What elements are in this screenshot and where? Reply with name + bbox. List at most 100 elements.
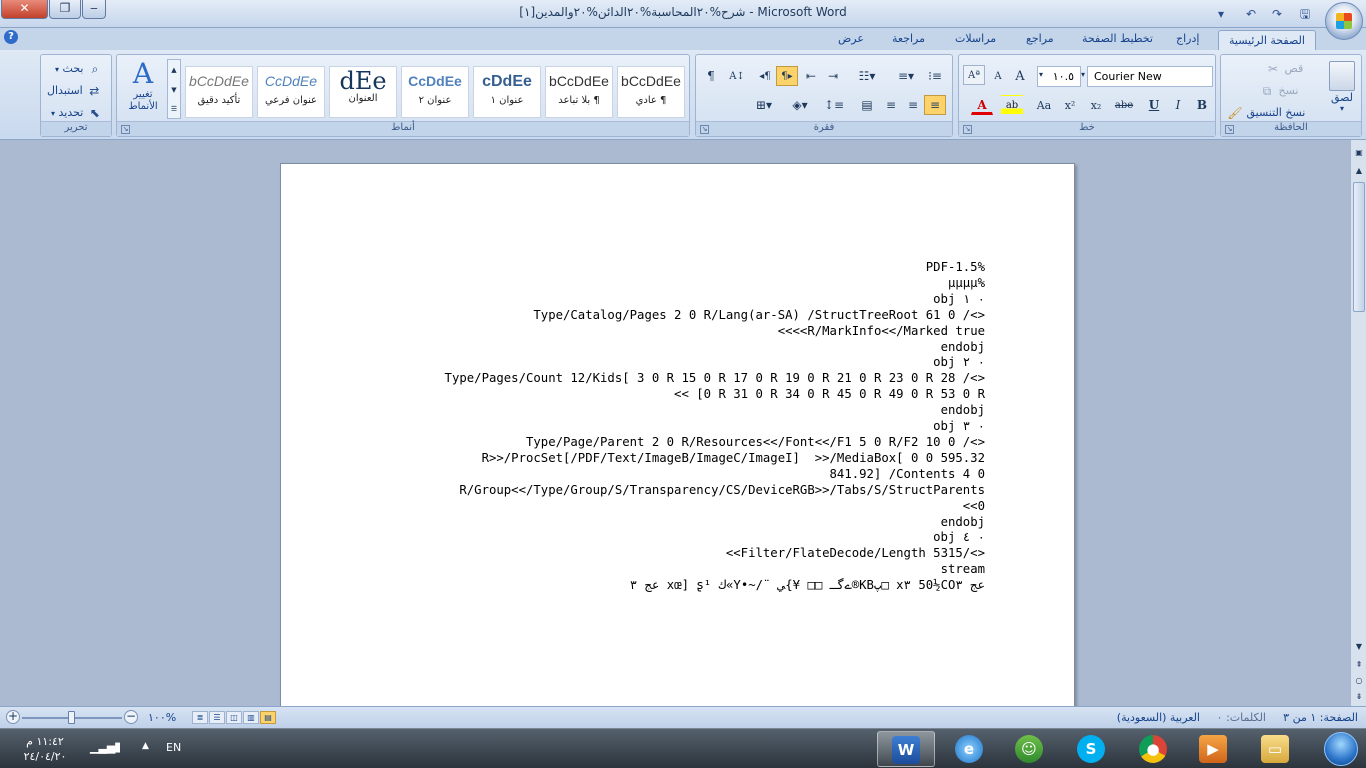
superscript-button[interactable]: x² xyxy=(1059,95,1081,115)
multilevel-list-icon[interactable]: ☷▾ xyxy=(850,66,884,86)
font-color-button[interactable]: A xyxy=(971,95,993,115)
network-icon[interactable]: ▁▃▅ xyxy=(90,741,115,754)
taskbar-people[interactable]: ☺ xyxy=(1000,731,1058,767)
taskbar-explorer[interactable]: ▭ xyxy=(1246,731,1304,767)
bullet-list-icon[interactable]: ⁝≡ xyxy=(924,66,946,86)
line-spacing-icon[interactable]: ↕≡ xyxy=(820,95,848,115)
scroll-thumb[interactable] xyxy=(1353,182,1365,312)
action-center-icon[interactable]: ▮ xyxy=(114,740,121,755)
underline-button[interactable]: U xyxy=(1143,95,1165,115)
style-heading-1[interactable]: cDdEe عنوان ١ xyxy=(473,66,541,118)
style-normal[interactable]: bCcDdEe ¶ عادي xyxy=(617,66,685,118)
language-status[interactable]: العربية (السعودية) xyxy=(1117,711,1200,724)
align-right-icon[interactable]: ≡ xyxy=(924,95,946,115)
undo-icon[interactable]: ↶ xyxy=(1242,5,1260,23)
select-button[interactable]: ⬉ تحديد ▾ xyxy=(51,105,103,121)
format-painter-button[interactable]: نسخ التنسيق 🖌 xyxy=(1227,105,1305,121)
font-size-dropdown-icon[interactable]: ▾ xyxy=(1039,70,1043,79)
tab-insert[interactable]: إدراج xyxy=(1176,32,1199,45)
tab-references[interactable]: مراجع xyxy=(1026,32,1054,45)
full-screen-reading-icon[interactable]: ▥ xyxy=(243,711,259,724)
font-size-input[interactable]: ١٠.٥ xyxy=(1037,66,1081,87)
qat-customize-icon[interactable]: ▾ xyxy=(1214,5,1228,23)
style-subtitle[interactable]: CcDdEe عنوان فرعي xyxy=(257,66,325,118)
word-count-status[interactable]: الكلمات: ٠ xyxy=(1217,711,1266,724)
clear-formatting-icon[interactable]: Aª xyxy=(963,65,985,85)
numbered-list-icon[interactable]: ≡▾ xyxy=(892,66,920,86)
replace-button[interactable]: ⇄ استبدال xyxy=(47,83,102,99)
italic-button[interactable]: I xyxy=(1167,95,1189,115)
document-text[interactable]: PDF-1.5% µµµµ% obj ٠ ١ Type/Catalog/Pages 2… xyxy=(345,260,985,594)
page-count-status[interactable]: الصفحة: ١ من ٣ xyxy=(1283,711,1358,724)
paste-button[interactable]: لصق ▾ xyxy=(1325,61,1359,113)
document-page[interactable]: PDF-1.5% µµµµ% obj ٠ ١ Type/Catalog/Pages 2… xyxy=(280,163,1075,723)
find-button[interactable]: ⌕ بحث ▾ xyxy=(55,61,103,77)
style-heading-2[interactable]: CcDdEe عنوان ٢ xyxy=(401,66,469,118)
zoom-out-icon[interactable]: − xyxy=(124,710,138,724)
browse-object-icon[interactable]: ○ xyxy=(1352,674,1366,688)
decrease-indent-icon[interactable]: ⇤ xyxy=(800,66,822,86)
shading-icon[interactable]: ◈▾ xyxy=(786,95,814,115)
scroll-down-icon[interactable]: ▼ xyxy=(1352,640,1366,654)
styles-launcher-icon[interactable]: ↘ xyxy=(121,125,130,134)
show-formatting-marks-icon[interactable]: ¶ xyxy=(700,66,722,86)
start-button[interactable] xyxy=(1318,729,1362,768)
bold-button[interactable]: B xyxy=(1191,95,1213,115)
style-title[interactable]: dEe العنوان xyxy=(329,66,397,118)
show-hidden-icons[interactable]: ▲ xyxy=(142,741,149,751)
change-case-button[interactable]: Aa xyxy=(1031,95,1057,115)
font-launcher-icon[interactable]: ↘ xyxy=(963,125,972,134)
increase-indent-icon[interactable]: ⇥ xyxy=(822,66,844,86)
office-button[interactable] xyxy=(1325,2,1363,40)
input-language[interactable]: EN xyxy=(166,741,181,754)
next-page-icon[interactable]: ⇟ xyxy=(1352,690,1366,704)
justify-icon[interactable]: ▤ xyxy=(856,95,878,115)
paragraph-launcher-icon[interactable]: ↘ xyxy=(700,125,709,134)
help-icon[interactable]: ? xyxy=(4,30,18,44)
vertical-scrollbar[interactable]: ▣ ▲ ▼ ⇞ ○ ⇟ xyxy=(1350,140,1366,706)
previous-page-icon[interactable]: ⇞ xyxy=(1352,658,1366,672)
tab-home[interactable]: الصفحة الرئيسية xyxy=(1218,30,1316,51)
clipboard-launcher-icon[interactable]: ↘ xyxy=(1225,125,1234,134)
cut-button[interactable]: قص ✂ xyxy=(1265,61,1303,77)
taskbar-skype[interactable]: S xyxy=(1062,731,1120,767)
change-styles-button[interactable]: A تغيير الأنماط xyxy=(123,59,163,113)
subscript-button[interactable]: x₂ xyxy=(1085,95,1107,115)
align-center-icon[interactable]: ≡ xyxy=(902,95,924,115)
paste-dropdown-icon[interactable]: ▾ xyxy=(1325,104,1359,113)
strikethrough-button[interactable]: abe xyxy=(1111,95,1137,115)
ltr-direction-icon[interactable]: ¶▸ xyxy=(776,66,798,86)
clock[interactable]: ١١:٤٢ م ٢٤/٠٤/٢٠ xyxy=(10,734,80,764)
font-name-input[interactable]: Courier New xyxy=(1087,66,1213,87)
tab-page-layout[interactable]: تخطيط الصفحة xyxy=(1082,32,1153,45)
zoom-in-icon[interactable]: + xyxy=(6,710,20,724)
grow-font-button[interactable]: A xyxy=(1009,66,1031,86)
style-no-spacing[interactable]: bCcDdEe ¶ بلا تباعد xyxy=(545,66,613,118)
styles-scroll-control[interactable]: ▲ ▼ ☰ xyxy=(167,59,181,119)
print-layout-view-icon[interactable]: ▤ xyxy=(260,711,276,724)
taskbar-chrome[interactable]: ● xyxy=(1124,731,1182,767)
borders-icon[interactable]: ⊞▾ xyxy=(746,95,782,115)
taskbar-media-player[interactable]: ▶ xyxy=(1184,731,1242,767)
zoom-level[interactable]: ١٠٠% xyxy=(148,711,176,724)
sort-icon[interactable]: A↕ xyxy=(726,66,748,86)
taskbar-internet-explorer[interactable]: e xyxy=(940,731,998,767)
tab-review[interactable]: مراجعة xyxy=(892,32,925,45)
highlight-button[interactable]: ab xyxy=(1001,95,1023,115)
font-name-dropdown-icon[interactable]: ▾ xyxy=(1081,70,1085,79)
tab-view[interactable]: عرض xyxy=(838,32,864,45)
ruler-toggle-icon[interactable]: ▣ xyxy=(1352,146,1366,160)
style-subtle-emphasis[interactable]: bCcDdEe تأكيد دقيق xyxy=(185,66,253,118)
outline-view-icon[interactable]: ☰ xyxy=(209,711,225,724)
taskbar-word[interactable]: W xyxy=(877,731,935,767)
redo-icon[interactable]: ↷ xyxy=(1268,5,1286,23)
copy-button[interactable]: نسخ ⧉ xyxy=(1259,83,1299,99)
align-left-icon[interactable]: ≡ xyxy=(880,95,902,115)
tab-mailings[interactable]: مراسلات xyxy=(955,32,996,45)
zoom-slider-knob[interactable] xyxy=(68,711,75,724)
web-layout-icon[interactable]: ◫ xyxy=(226,711,242,724)
shrink-font-button[interactable]: A xyxy=(987,66,1009,86)
rtl-direction-icon[interactable]: ◂¶ xyxy=(754,66,776,86)
scroll-up-icon[interactable]: ▲ xyxy=(1352,164,1366,178)
save-icon[interactable]: 🖫 xyxy=(1296,5,1314,23)
